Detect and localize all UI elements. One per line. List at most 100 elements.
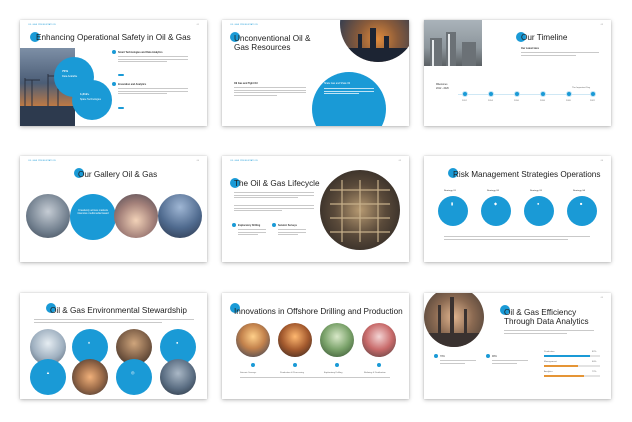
gallery-photo-tanks[interactable]: [158, 194, 202, 238]
timeline-subtitle: Our Latest Here: [521, 47, 539, 50]
strategy-circle-1[interactable]: ▮: [438, 196, 468, 226]
timeline-node[interactable]: [514, 91, 520, 97]
strategy-circle-4[interactable]: ■: [567, 196, 597, 226]
stat-bullet: [486, 354, 490, 358]
slide-unconventional-resources[interactable]: OIL GAS PRESENTATION Unconventional Oil …: [222, 20, 409, 126]
step-text-lines: [278, 229, 306, 237]
circle-a-value: 70%: [62, 69, 69, 73]
gallery-photo-pipes[interactable]: [26, 194, 70, 238]
circle-b-value: 1,212+: [80, 92, 90, 96]
slide-title: Oil & Gas Efficiency Through Data Analyt…: [504, 308, 589, 327]
slide-gallery[interactable]: OIL GAS PRESENTATION 04 Our Gallery Oil …: [20, 156, 207, 262]
body-text-lines: [118, 56, 188, 64]
body-text-lines: [34, 319, 194, 324]
body-text-lines: [234, 205, 314, 213]
offshore-caption: Production & Processing: [280, 372, 304, 374]
env-photo-3[interactable]: [72, 359, 108, 395]
progress-value: 60%: [592, 361, 597, 363]
slide-environmental-stewardship[interactable]: Oil & Gas Environmental Stewardship ♦ ● …: [20, 293, 207, 399]
factory-icon: ▲: [46, 370, 50, 375]
circle-text-lines: [324, 88, 374, 96]
slide-operational-safety[interactable]: OIL GAS PRESENTATION 01 Enhancing Operat…: [20, 20, 207, 126]
stat-bullet: [434, 354, 438, 358]
refinery-night-photo: [340, 20, 409, 62]
circle-caption: Shale Gas and Shale Oil: [324, 82, 351, 85]
slide-title: Oil & Gas Environmental Stewardship: [50, 306, 187, 315]
gallery-photo-refinery[interactable]: [114, 194, 158, 238]
offshore-photo-2[interactable]: [278, 323, 312, 357]
offshore-caption: Refining & Distribution: [364, 372, 386, 374]
page-number: 09: [600, 297, 603, 299]
strategy-circle-2[interactable]: ◆: [481, 196, 511, 226]
page-number: 04: [196, 160, 199, 162]
slide-risk-management[interactable]: 06 Risk Management Strategies Operations…: [424, 156, 611, 262]
progress-label: Management: [544, 361, 557, 363]
caption-text-lines: [240, 377, 390, 380]
timeline-node[interactable]: [590, 91, 596, 97]
document-icon: ■: [580, 201, 583, 206]
gallery-blue-circle: Creatively across markets intensive mult…: [70, 194, 116, 240]
strategy-label: Strategy 04: [573, 190, 585, 192]
point-bullet: [112, 50, 116, 54]
stat-value: 90%: [492, 355, 497, 358]
slide-header-text: OIL GAS PRESENTATION: [230, 160, 258, 162]
point-label: Innovation and Analytics: [118, 83, 147, 86]
page-number: 06: [600, 160, 603, 162]
slide-efficiency-analytics[interactable]: 09 Oil & Gas Efficiency Through Data Ana…: [424, 293, 611, 399]
slide-header-text: OIL GAS PRESENTATION: [230, 24, 258, 26]
milestone-range: 2012 - 2026: [436, 87, 449, 90]
stat-text-lines: [440, 360, 476, 365]
slide-lifecycle[interactable]: OIL GAS PRESENTATION 05 The Oil & Gas Li…: [222, 156, 409, 262]
point-marker: [118, 107, 124, 110]
drop-icon: ●: [176, 340, 179, 345]
env-photo-4[interactable]: [160, 359, 196, 395]
offshore-caption: Seismic Surveys: [240, 372, 257, 374]
chimney-icon: [424, 297, 484, 347]
blue-circle-b: 1,212+ Spare Technologies: [72, 80, 112, 120]
body-text-lines: [234, 87, 306, 97]
timeline-year: 2012: [462, 100, 467, 102]
slide-title: Enhancing Operational Safety in Oil & Ga…: [36, 33, 191, 42]
refinery-day-photo: [424, 293, 484, 347]
slide-title: Unconventional Oil & Gas Resources: [234, 34, 311, 53]
body-text-lines: [444, 236, 590, 241]
step-label: Seismic Surveys: [278, 224, 298, 227]
timeline-year: 2018: [540, 100, 545, 102]
strategy-label: Strategy 02: [487, 190, 499, 192]
storage-tanks-icon: [430, 32, 476, 66]
strategy-circle-3[interactable]: ●: [524, 196, 554, 226]
lifecycle-plant-photo: [320, 170, 400, 250]
step-text-lines: [238, 229, 266, 237]
timeline-node[interactable]: [488, 91, 494, 97]
slide-timeline[interactable]: 03 Our Timeline Our Latest Here Mileston…: [424, 20, 611, 126]
gallery-circle-text: Creatively across markets intensive mult…: [77, 209, 109, 216]
offshore-photo-3[interactable]: [320, 323, 354, 357]
step-bullet: [272, 223, 276, 227]
step-bullet: [232, 223, 236, 227]
drop-icon: ●: [537, 201, 540, 206]
offshore-caption: Exploratory Drilling: [324, 372, 343, 374]
progress-value: 82%: [592, 351, 597, 353]
timeline-year: 2014: [488, 100, 493, 102]
strategy-label: Strategy 01: [444, 190, 456, 192]
env-blue-circle-4: ◎: [116, 359, 152, 395]
stat-value: 70%: [440, 355, 445, 358]
timeline-node[interactable]: [540, 91, 546, 97]
timeline-node[interactable]: [566, 91, 572, 97]
offshore-photo-1[interactable]: [236, 323, 270, 357]
offshore-step-marker: [377, 363, 381, 367]
offshore-step-marker: [293, 363, 297, 367]
progress-label: Analytics: [544, 371, 553, 373]
plant-photo: [424, 20, 482, 66]
slide-title: Our Timeline: [521, 33, 568, 42]
offshore-photo-4[interactable]: [362, 323, 396, 357]
page-number: 03: [600, 24, 603, 26]
timeline-year: 2016: [514, 100, 519, 102]
blue-feature-circle: Shale Gas and Shale Oil: [312, 72, 386, 126]
slide-offshore-innovations[interactable]: Innovations in Offshore Drilling and Pro…: [222, 293, 409, 399]
last-milestone-label: The Important Day: [572, 87, 591, 89]
point-bullet: [112, 82, 116, 86]
offshore-step-marker: [335, 363, 339, 367]
timeline-node[interactable]: [462, 91, 468, 97]
progress-fill: [544, 375, 585, 377]
